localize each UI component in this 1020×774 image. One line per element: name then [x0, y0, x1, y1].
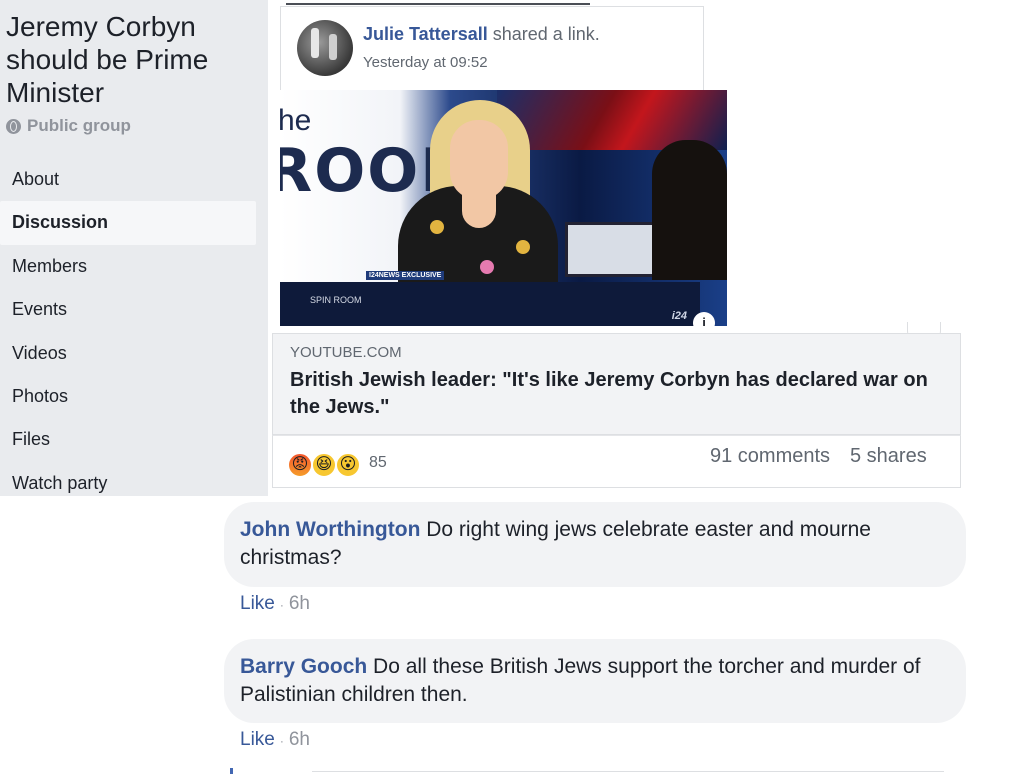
post-author-name[interactable]: Julie Tattersall [363, 24, 488, 44]
nav-item-discussion[interactable]: Discussion [0, 201, 256, 245]
link-title[interactable]: British Jewish leader: "It's like Jeremy… [290, 367, 940, 421]
thumbnail-overlay-he: he [280, 104, 312, 137]
nav-item-about[interactable]: About [0, 158, 256, 201]
nav-item-watch-party[interactable]: Watch party [0, 462, 256, 496]
comment-author[interactable]: John Worthington [240, 518, 420, 541]
separator-dot: · [279, 734, 284, 748]
post-timestamp[interactable]: Yesterday at 09:52 [363, 54, 488, 71]
group-title[interactable]: Jeremy Corbyn should be Prime Minister [6, 10, 256, 109]
group-privacy: Public group [6, 116, 131, 136]
author-avatar[interactable] [297, 20, 353, 76]
group-nav: About Discussion Members Events Videos P… [0, 158, 256, 496]
reaction-count[interactable]: 85 [369, 454, 387, 472]
comment-time[interactable]: 6h [289, 729, 310, 750]
comment-bubble: John Worthington Do right wing jews cele… [224, 502, 966, 587]
link-domain: YOUTUBE.COM [290, 344, 402, 361]
i24-logo: i24 [671, 310, 687, 322]
comment-actions: Like · 6h [240, 593, 310, 615]
post-top-divider [286, 3, 590, 5]
comments-count[interactable]: 91 comments [710, 445, 830, 468]
dress-pattern [430, 220, 444, 234]
post-action: shared a link. [492, 24, 600, 44]
group-sidebar: Jeremy Corbyn should be Prime Minister P… [0, 0, 268, 496]
nav-item-members[interactable]: Members [0, 245, 256, 288]
globe-icon [6, 118, 21, 134]
separator-dot: · [279, 598, 284, 612]
video-thumbnail[interactable]: he ROOM I24NEWS EXCLUSIVE SPIN ROOM i24 … [280, 90, 727, 326]
angry-icon[interactable]: 😡 [287, 452, 313, 478]
post-author-line: Julie Tattersall shared a link. [363, 24, 600, 45]
post-header: Julie Tattersall shared a link. Yesterda… [280, 6, 704, 90]
nav-item-files[interactable]: Files [0, 418, 256, 461]
nav-item-videos[interactable]: Videos [0, 332, 256, 375]
exclusive-badge: I24NEWS EXCLUSIVE [366, 271, 445, 280]
like-button[interactable]: Like [240, 593, 275, 614]
comment-bubble: Barry Gooch Do all these British Jews su… [224, 639, 966, 723]
shares-count[interactable]: 5 shares [850, 445, 927, 468]
spin-room-logo: SPIN ROOM [310, 295, 362, 305]
like-button[interactable]: Like [240, 729, 275, 750]
comment-time[interactable]: 6h [289, 593, 310, 614]
link-preview[interactable]: YOUTUBE.COM British Jewish leader: "It's… [272, 333, 961, 435]
wow-icon[interactable]: 😮 [335, 452, 361, 478]
dress-pattern [516, 240, 530, 254]
reactions-bar: 😡 😆 😮 85 91 comments 5 shares [272, 435, 961, 488]
comment-author[interactable]: Barry Gooch [240, 655, 367, 678]
dress-pattern [480, 260, 494, 274]
nav-item-photos[interactable]: Photos [0, 375, 256, 418]
divider [312, 771, 944, 772]
thumbnail-background-person [652, 140, 727, 280]
haha-icon[interactable]: 😆 [311, 452, 337, 478]
nav-item-events[interactable]: Events [0, 288, 256, 331]
thumbnail-monitor [565, 222, 655, 277]
group-privacy-label: Public group [27, 116, 131, 135]
reply-indicator [230, 768, 233, 774]
presenter-face [450, 120, 508, 200]
comment-actions: Like · 6h [240, 729, 310, 751]
